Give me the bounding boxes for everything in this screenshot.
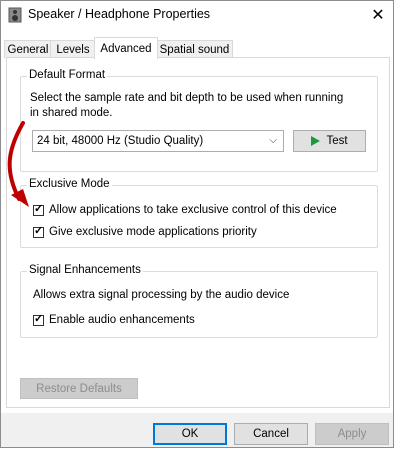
checkbox-label: Give exclusive mode applications priorit… — [49, 226, 257, 238]
description-line: Select the sample rate and bit depth to … — [30, 92, 344, 104]
chevron-down-icon: ⌵ — [269, 135, 277, 146]
signal-enhancements-title: Signal Enhancements — [27, 264, 143, 276]
title-bar[interactable]: Speaker / Headphone Properties ✕ — [1, 1, 393, 29]
tab-advanced[interactable]: Advanced — [94, 37, 158, 59]
enable-audio-enhancements-checkbox[interactable]: ✓ Enable audio enhancements — [33, 312, 195, 326]
checkbox-box[interactable]: ✓ — [33, 224, 44, 238]
play-icon — [311, 136, 321, 146]
tab-label: General — [7, 43, 49, 56]
apply-button[interactable]: Apply — [315, 423, 389, 445]
cancel-button[interactable]: Cancel — [234, 423, 308, 445]
tab-spatial-sound[interactable]: Spatial sound — [156, 40, 233, 58]
apply-label: Apply — [337, 428, 367, 440]
default-format-title: Default Format — [27, 69, 108, 81]
default-format-group: Default Format Select the sample rate an… — [20, 69, 378, 172]
properties-window: Speaker / Headphone Properties ✕ General… — [0, 0, 394, 448]
description-line: in shared mode. — [30, 107, 113, 119]
allow-exclusive-control-checkbox[interactable]: ✓ Allow applications to take exclusive c… — [33, 202, 337, 216]
tab-levels[interactable]: Levels — [50, 40, 96, 58]
ok-label: OK — [181, 428, 199, 440]
advanced-panel: Default Format Select the sample rate an… — [6, 57, 390, 408]
signal-enhancements-description: Allows extra signal processing by the au… — [33, 289, 290, 301]
test-label: Test — [326, 135, 348, 147]
close-icon: ✕ — [371, 7, 385, 24]
tab-label: Levels — [56, 43, 90, 56]
tab-strip: General Levels Advanced Spatial sound — [1, 37, 393, 59]
default-format-description: Select the sample rate and bit depth to … — [30, 91, 370, 121]
close-button[interactable]: ✕ — [363, 1, 393, 29]
tab-label: Advanced — [100, 42, 152, 55]
sample-format-select[interactable]: 24 bit, 48000 Hz (Studio Quality) ⌵ — [32, 130, 284, 152]
checkbox-box[interactable]: ✓ — [33, 312, 44, 326]
checkbox-box[interactable]: ✓ — [33, 202, 44, 216]
tab-label: Spatial sound — [159, 43, 230, 56]
ok-button[interactable]: OK — [153, 423, 227, 445]
restore-defaults-label: Restore Defaults — [36, 382, 122, 395]
checkbox-label: Allow applications to take exclusive con… — [49, 204, 337, 216]
test-button[interactable]: Test — [293, 130, 366, 152]
signal-enhancements-group: Signal Enhancements Allows extra signal … — [20, 264, 378, 338]
exclusive-mode-group: Exclusive Mode ✓ Allow applications to t… — [20, 178, 378, 248]
speaker-icon — [8, 7, 22, 23]
checkbox-label: Enable audio enhancements — [49, 314, 195, 326]
checkmark-icon: ✓ — [34, 202, 44, 215]
window-title: Speaker / Headphone Properties — [28, 7, 211, 21]
cancel-label: Cancel — [253, 428, 289, 440]
checkmark-icon: ✓ — [34, 312, 44, 325]
tab-general[interactable]: General — [4, 40, 52, 58]
exclusive-mode-title: Exclusive Mode — [27, 178, 112, 190]
checkmark-icon: ✓ — [34, 224, 44, 237]
dialog-button-bar: OK Cancel Apply — [1, 413, 393, 447]
restore-defaults-button[interactable]: Restore Defaults — [20, 378, 138, 399]
exclusive-priority-checkbox[interactable]: ✓ Give exclusive mode applications prior… — [33, 224, 257, 238]
sample-format-value: 24 bit, 48000 Hz (Studio Quality) — [37, 135, 204, 147]
